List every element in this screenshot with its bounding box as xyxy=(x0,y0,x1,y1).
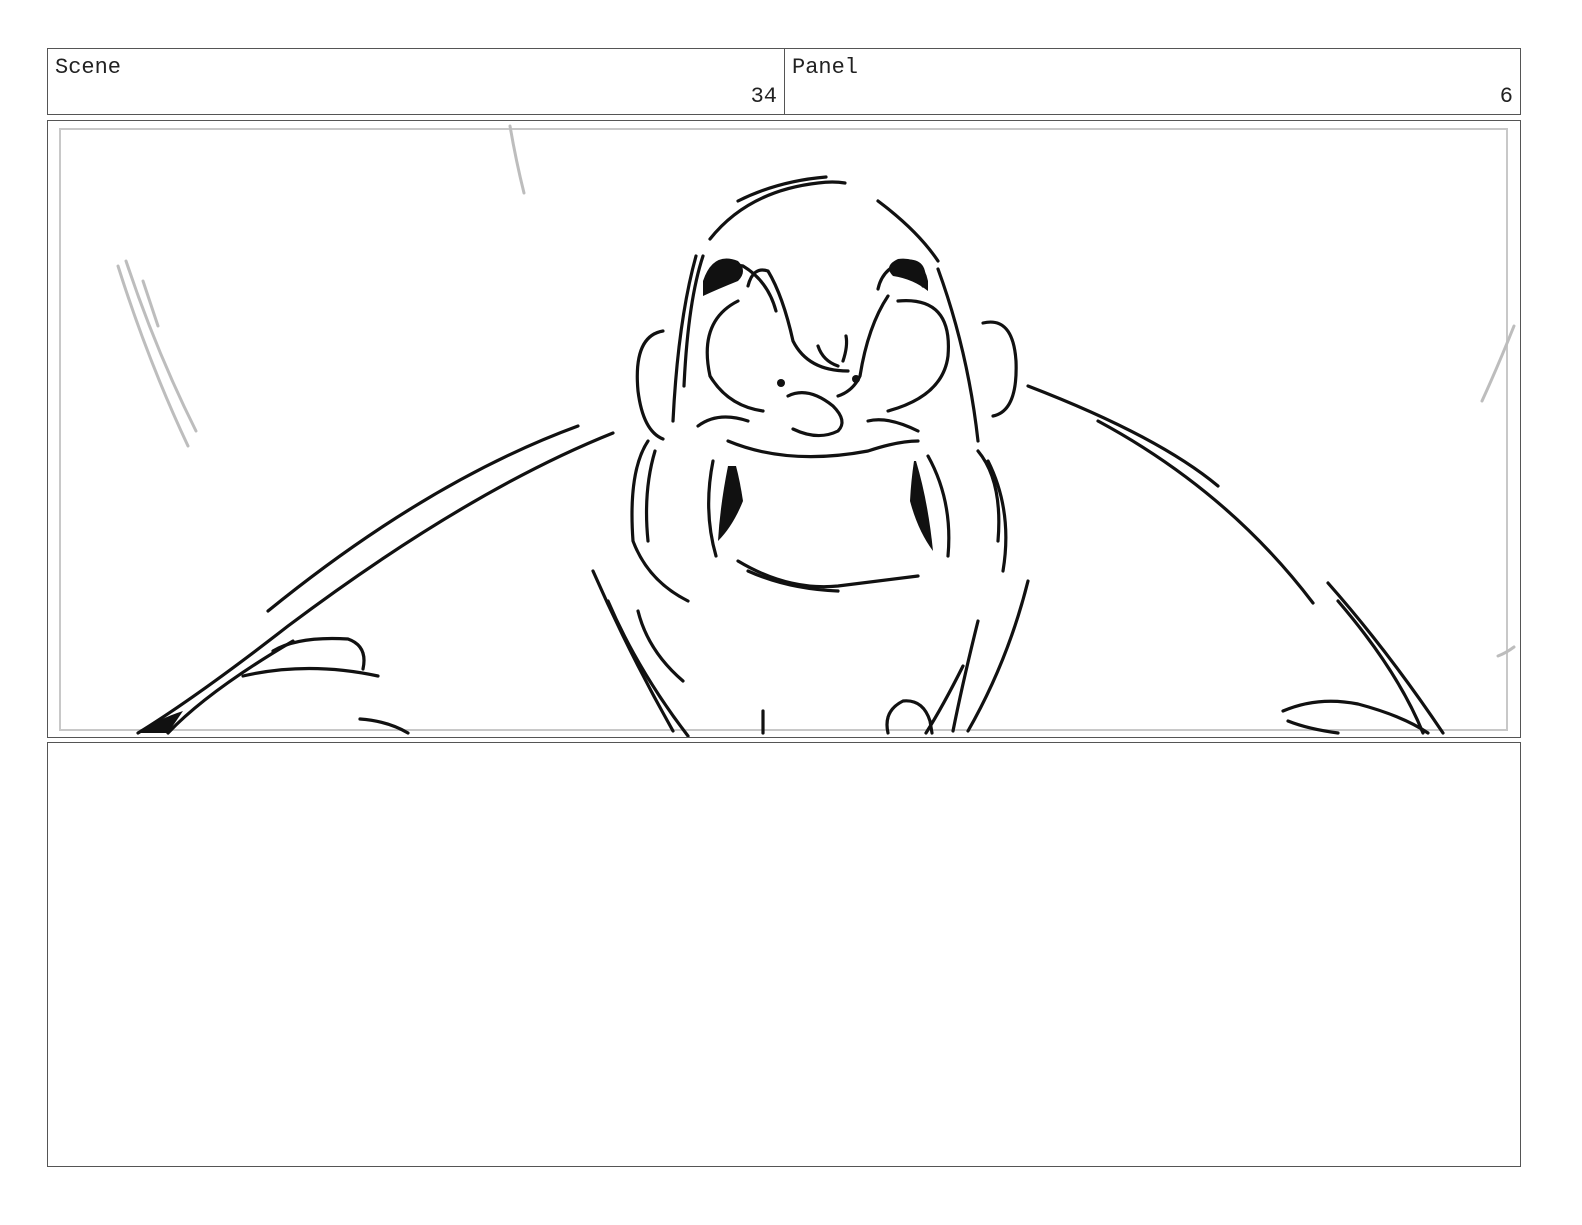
scene-label: Scene xyxy=(55,55,122,80)
sketch-drawing xyxy=(116,124,1516,737)
panel-cell: Panel 6 xyxy=(784,48,1521,115)
panel-number: 6 xyxy=(1499,84,1513,109)
notes-box xyxy=(47,742,1521,1167)
scene-cell: Scene 34 xyxy=(47,48,785,115)
motion-lines xyxy=(116,124,1516,658)
panel-label: Panel xyxy=(792,55,859,80)
storyboard-frame xyxy=(47,120,1521,738)
scene-number: 34 xyxy=(750,84,777,109)
character-sketch xyxy=(136,175,1445,737)
